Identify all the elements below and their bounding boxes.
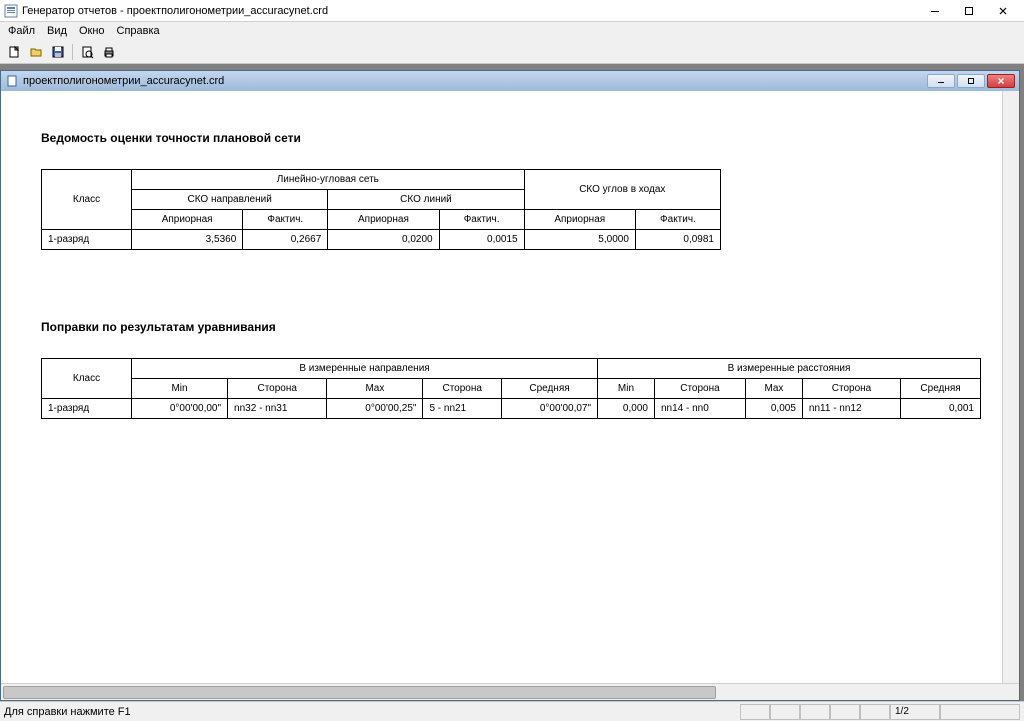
t2-r0-s-max-side: nn11 - nn12 (802, 399, 900, 419)
document-window: проектполигонометрии_accuracynet.crd Вед… (0, 70, 1020, 701)
t2-h-s-avg: Средняя (901, 379, 981, 399)
open-button[interactable] (26, 42, 46, 62)
t2-r0-d-min: 0°00'00,00" (132, 399, 228, 419)
print-preview-button[interactable] (77, 42, 97, 62)
status-cells: 1/2 (740, 704, 1020, 720)
t1-h-class: Класс (42, 170, 132, 230)
t1-r0-dir-ap: 3,5360 (132, 230, 243, 250)
t1-h-sko-angles: СКО углов в ходах (524, 170, 720, 210)
t2-h-s-max-side: Сторона (802, 379, 900, 399)
t2-r0-s-min-side: nn14 - nn0 (654, 399, 745, 419)
t2-h-d-max-side: Сторона (423, 379, 502, 399)
t2-r0-s-max: 0,005 (745, 399, 802, 419)
t2-h-d-min-side: Сторона (228, 379, 327, 399)
document-controls (927, 74, 1015, 88)
menu-file[interactable]: Файл (2, 23, 41, 39)
t1-h-dir-ap: Априорная (132, 210, 243, 230)
status-cell-4 (830, 704, 860, 720)
t2-h-meas-dist: В измеренные расстояния (598, 359, 981, 379)
window-title: Генератор отчетов - проектполигонометрии… (22, 5, 918, 17)
t2-h-d-avg: Средняя (501, 379, 597, 399)
app-window: Генератор отчетов - проектполигонометрии… (0, 0, 1024, 721)
t1-r0-lin-ap: 0,0200 (328, 230, 439, 250)
document-content: Ведомость оценки точности плановой сети … (1, 91, 1019, 700)
maximize-button[interactable] (952, 1, 986, 21)
t2-h-d-min: Min (132, 379, 228, 399)
t2-h-s-max: Max (745, 379, 802, 399)
document-title: проектполигонометрии_accuracynet.crd (23, 75, 927, 87)
t2-r0-d-avg: 0°00'00,07" (501, 399, 597, 419)
mdi-client: проектполигонометрии_accuracynet.crd Вед… (0, 64, 1024, 701)
t2-r0-s-avg: 0,001 (901, 399, 981, 419)
print-button[interactable] (99, 42, 119, 62)
document-vertical-scrollbar[interactable] (1002, 91, 1019, 683)
t1-h-sko-dir: СКО направлений (132, 190, 328, 210)
menu-view[interactable]: Вид (41, 23, 73, 39)
save-button[interactable] (48, 42, 68, 62)
document-titlebar[interactable]: проектполигонометрии_accuracynet.crd (1, 71, 1019, 91)
t1-r0-dir-fc: 0,2667 (243, 230, 328, 250)
section2-title: Поправки по результатам уравнивания (41, 320, 979, 334)
t2-h-s-min-side: Сторона (654, 379, 745, 399)
window-controls (918, 1, 1020, 21)
t1-r0-class: 1-разряд (42, 230, 132, 250)
t1-h-sko-line: СКО линий (328, 190, 524, 210)
status-cell-5 (860, 704, 890, 720)
t2-h-s-min: Min (598, 379, 655, 399)
hscroll-thumb[interactable] (3, 686, 716, 699)
t1-r0-ang-fc: 0,0981 (635, 230, 720, 250)
status-cell-3 (800, 704, 830, 720)
app-icon (4, 4, 18, 18)
status-cell-2 (770, 704, 800, 720)
status-help-text: Для справки нажмите F1 (4, 706, 740, 718)
t1-h-linang: Линейно-угловая сеть (132, 170, 525, 190)
document-horizontal-scrollbar[interactable] (1, 683, 1019, 700)
accuracy-table: Класс Линейно-угловая сеть СКО углов в х… (41, 169, 721, 250)
t1-h-lin-ap: Априорная (328, 210, 439, 230)
status-page-indicator: 1/2 (890, 704, 940, 720)
t1-r0-lin-fc: 0,0015 (439, 230, 524, 250)
section1-title: Ведомость оценки точности плановой сети (41, 131, 979, 145)
doc-minimize-button[interactable] (927, 74, 955, 88)
t2-h-meas-dir: В измеренные направления (132, 359, 598, 379)
corrections-table: Класс В измеренные направления В измерен… (41, 358, 981, 419)
t1-h-lin-fc: Фактич. (439, 210, 524, 230)
t1-r0-ang-ap: 5,0000 (524, 230, 635, 250)
t2-r0-s-min: 0,000 (598, 399, 655, 419)
t1-h-ang-fc: Фактич. (635, 210, 720, 230)
menubar: Файл Вид Окно Справка (0, 22, 1024, 40)
t2-h-d-max: Max (327, 379, 423, 399)
status-cell-1 (740, 704, 770, 720)
t2-r0-d-max: 0°00'00,25" (327, 399, 423, 419)
doc-maximize-button[interactable] (957, 74, 985, 88)
t2-h-class: Класс (42, 359, 132, 399)
minimize-button[interactable] (918, 1, 952, 21)
table-row: 1-разряд 0°00'00,00" nn32 - nn31 0°00'00… (42, 399, 981, 419)
outer-titlebar: Генератор отчетов - проектполигонометрии… (0, 0, 1024, 22)
document-icon (5, 74, 19, 88)
close-button[interactable] (986, 1, 1020, 21)
status-cell-7 (940, 704, 1020, 720)
toolbar (0, 40, 1024, 64)
statusbar: Для справки нажмите F1 1/2 (0, 701, 1024, 721)
report-page: Ведомость оценки точности плановой сети … (1, 91, 1019, 683)
table-row: 1-разряд 3,5360 0,2667 0,0200 0,0015 5,0… (42, 230, 721, 250)
t1-h-dir-fc: Фактич. (243, 210, 328, 230)
toolbar-separator (72, 44, 73, 60)
t2-r0-d-min-side: nn32 - nn31 (228, 399, 327, 419)
doc-close-button[interactable] (987, 74, 1015, 88)
menu-window[interactable]: Окно (73, 23, 111, 39)
new-button[interactable] (4, 42, 24, 62)
t1-h-ang-ap: Априорная (524, 210, 635, 230)
t2-r0-class: 1-разряд (42, 399, 132, 419)
t2-r0-d-max-side: 5 - nn21 (423, 399, 502, 419)
menu-help[interactable]: Справка (111, 23, 166, 39)
